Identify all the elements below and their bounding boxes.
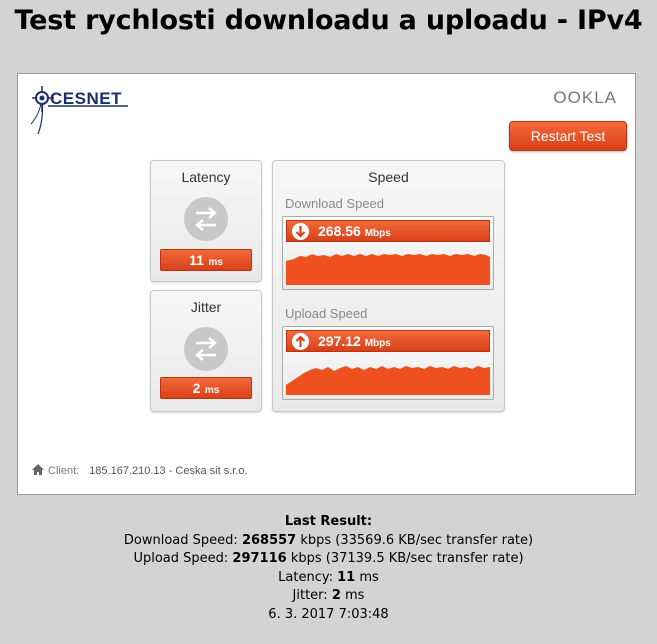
result-upload-value: 297116 <box>232 551 287 566</box>
cesnet-logo: CESNET <box>28 84 138 135</box>
upload-arrow-icon <box>292 333 309 350</box>
latency-unit: ms <box>208 257 223 268</box>
result-upload-line: Upload Speed: 297116 kbps (37139.5 KB/se… <box>0 550 657 569</box>
result-jitter-line: Jitter: 2 ms <box>0 587 657 606</box>
result-jitter-value: 2 <box>331 588 341 603</box>
result-download-line: Download Speed: 268557 kbps (33569.6 KB/… <box>0 532 657 551</box>
upload-unit: Mbps <box>364 338 391 349</box>
download-speed-graph <box>286 254 490 285</box>
page-title: Test rychlosti downloadu a uploadu - IPv… <box>14 5 643 36</box>
download-unit: Mbps <box>364 228 391 239</box>
ookla-logo: OOKLA <box>553 88 617 107</box>
result-download-value: 268557 <box>241 532 297 548</box>
result-jitter-unit: ms <box>345 588 365 603</box>
restart-test-button[interactable]: Restart Test <box>509 121 627 151</box>
last-result-heading: Last Result: <box>284 514 373 529</box>
result-latency-line: Latency: 11 ms <box>0 569 657 588</box>
upload-value: 297.12 <box>318 333 361 349</box>
jitter-value-box: 2 ms <box>160 377 252 399</box>
client-info: Client: 185.167.210.13 - Ceska sit s.r.o. <box>32 464 248 477</box>
upload-speed-graph <box>286 366 490 395</box>
upload-value-bar: 297.12 Mbps <box>286 330 490 352</box>
jitter-title: Jitter <box>190 299 222 315</box>
upload-speed-title: Upload Speed <box>285 306 368 321</box>
download-value-bar: 268.56 Mbps <box>286 220 490 242</box>
last-result: Last Result: Download Speed: 268557 kbps… <box>0 513 657 624</box>
jitter-arrows-icon <box>184 327 228 371</box>
jitter-value: 2 <box>192 380 201 396</box>
latency-panel: Latency 11 ms <box>150 160 262 282</box>
client-value: 185.167.210.13 - Ceska sit s.r.o. <box>89 465 248 477</box>
result-download-rest: kbps (33569.6 KB/sec transfer rate) <box>300 532 534 548</box>
speed-panel: Speed Download Speed 268.56 Mbps Upload … <box>272 160 505 412</box>
result-timestamp: 6. 3. 2017 7:03:48 <box>268 606 389 622</box>
result-latency-unit: ms <box>359 569 379 585</box>
latency-value: 11 <box>189 252 204 268</box>
jitter-unit: ms <box>204 385 220 396</box>
result-latency-label: Latency: <box>278 569 333 585</box>
latency-value-box: 11 ms <box>160 249 252 271</box>
download-graph: 268.56 Mbps <box>282 216 494 290</box>
ping-arrows-icon <box>184 197 228 241</box>
jitter-panel: Jitter 2 ms <box>150 290 262 412</box>
upload-graph: 297.12 Mbps <box>282 326 494 400</box>
speed-title: Speed <box>368 169 409 185</box>
home-icon <box>32 464 44 475</box>
result-download-label: Download Speed: <box>123 532 238 548</box>
speedtest-widget: CESNET OOKLA Restart Test Latency 11 ms … <box>17 73 636 495</box>
download-arrow-icon <box>292 223 309 240</box>
result-upload-rest: kbps (37139.5 KB/sec transfer rate) <box>290 551 524 566</box>
client-label: Client: <box>48 465 80 477</box>
download-value: 268.56 <box>318 223 361 239</box>
result-upload-label: Upload Speed: <box>133 551 229 566</box>
result-latency-value: 11 <box>337 569 356 585</box>
download-speed-title: Download Speed <box>285 196 385 211</box>
result-jitter-label: Jitter: <box>292 588 328 603</box>
latency-title: Latency <box>181 169 231 185</box>
logo-text: CESNET <box>50 89 122 108</box>
